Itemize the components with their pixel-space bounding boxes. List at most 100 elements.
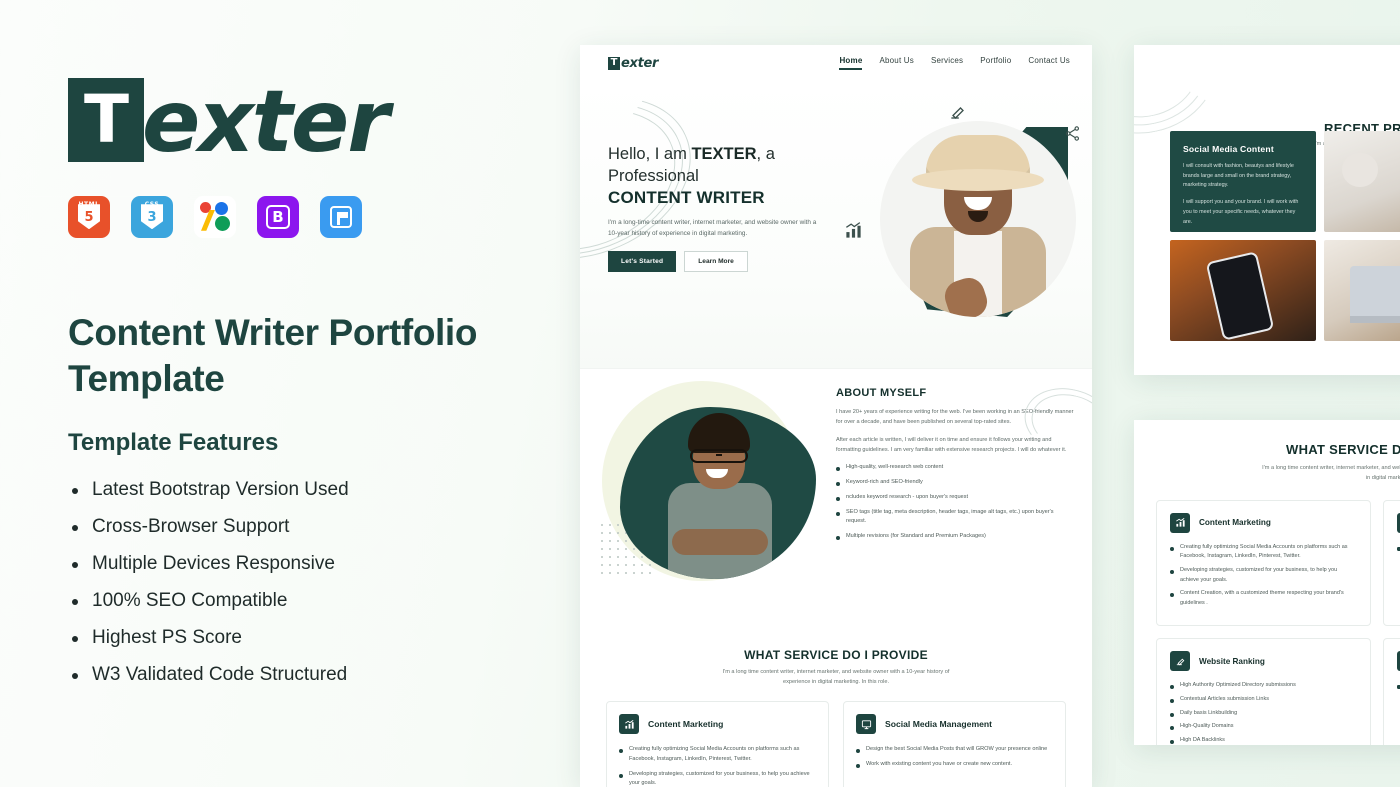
hero-headline-line3: CONTENT WRITER	[608, 188, 765, 208]
bootstrap-icon: B	[257, 195, 299, 238]
list-item: Creating fully optimizing Social Media A…	[619, 745, 816, 765]
list-item: SEO tags (title tag, meta description, h…	[836, 508, 1074, 528]
list-item: Contextual Articles submission Links	[1170, 695, 1357, 705]
list-item: Latest Bootstrap Version Used	[68, 479, 580, 501]
list-item: Design the best Social Media Posts that …	[856, 745, 1053, 755]
list-item: Developing strategies, customized for yo…	[619, 770, 816, 787]
project-card[interactable]: Social Media Content I will consult with…	[1170, 131, 1316, 232]
project-card-title: Social Media Content	[1183, 144, 1274, 154]
service-card[interactable]: Content Marketing Creating fully optimiz…	[606, 701, 829, 787]
tech-stack-icons: HTML 5 CSS 3 B	[68, 195, 580, 238]
hero-section: Hello, I am TEXTER, a Professional CONTE…	[580, 81, 1092, 368]
about-illustration	[592, 379, 837, 604]
about-text: ABOUT MYSELF I have 20+ years of experie…	[836, 379, 1092, 547]
services-subheading: I'm a long time content writer, internet…	[722, 669, 950, 686]
html5-icon: HTML 5	[68, 195, 110, 238]
desk-lamp-photo	[1324, 131, 1400, 232]
services-card-grid: Content Marketing Creating fully optimiz…	[606, 701, 1066, 787]
navbar-menu: Home About Us Services Portfolio Contact…	[839, 56, 1070, 70]
decorative-arcs	[1134, 45, 1230, 148]
hero-copy: Hello, I am TEXTER, a Professional CONTE…	[608, 143, 840, 273]
navbar-logo[interactable]: T exter	[608, 56, 658, 71]
chart-growth-icon	[619, 714, 639, 735]
list-item: High-quality, well-research web content	[836, 463, 1074, 473]
panel-services-heading: WHAT SERVICE DO I PROVIDE	[1286, 442, 1400, 457]
laptop-desk-photo	[1324, 240, 1400, 341]
nav-item-services[interactable]: Services	[931, 56, 963, 70]
site-navbar: T exter Home About Us Services Portfolio…	[580, 45, 1092, 81]
logo-wordmark: exter	[142, 72, 390, 172]
brand-logo: T exter	[68, 72, 580, 172]
nav-item-portfolio[interactable]: Portfolio	[980, 56, 1011, 70]
service-card-title: Website Ranking	[1199, 656, 1265, 666]
nav-item-home[interactable]: Home	[839, 56, 863, 70]
list-item: 100% SEO Compatible	[68, 590, 580, 612]
list-item: W3 Validated Code Structured	[68, 664, 580, 686]
hero-headline-line2: Professional	[608, 167, 699, 186]
list-item: Keyword-rich and SEO-friendly	[836, 478, 1074, 488]
list-item: Work with existing content you have or c…	[856, 760, 1053, 770]
project-card-p1: I will consult with fashion, beautys and…	[1183, 163, 1294, 189]
service-card-title: Social Media Management	[885, 719, 992, 730]
service-card-title: Content Marketing	[648, 719, 724, 730]
hero-portrait	[880, 121, 1076, 317]
features-list: Latest Bootstrap Version Used Cross-Brow…	[68, 479, 580, 686]
list-item: Creating fully optimizing Social Media A…	[1170, 543, 1357, 562]
list-item: High-Quality Domains	[1170, 722, 1357, 732]
learn-more-button[interactable]: Learn More	[684, 251, 748, 273]
css3-icon: CSS 3	[131, 195, 173, 238]
logo-letter-box: T	[68, 78, 144, 162]
services-section: WHAT SERVICE DO I PROVIDE I'm a long tim…	[580, 640, 1092, 787]
service-card[interactable]: Website Ranking High Authority Optimized…	[1156, 638, 1371, 745]
recent-projects-mockup: RECENT PROJECTS I'm a long-time content …	[1134, 45, 1400, 375]
share-icon	[1064, 125, 1081, 147]
service-card[interactable]	[1383, 499, 1400, 627]
services-heading: WHAT SERVICE DO I PROVIDE	[744, 648, 928, 662]
list-item: Cross-Browser Support	[68, 516, 580, 538]
list-item: Developing strategies, customized for yo…	[1170, 566, 1357, 585]
hero-headline: Hello, I am TEXTER, a Professional	[608, 143, 840, 187]
bar-chart-icon	[844, 221, 863, 245]
navbar-logo-word: exter	[621, 55, 659, 71]
navbar-logo-letter: T	[608, 56, 620, 70]
features-heading: Template Features	[68, 428, 279, 456]
main-page-mockup: T exter Home About Us Services Portfolio…	[580, 45, 1092, 787]
services-panel-mockup: WHAT SERVICE DO I PROVIDE I'm a long tim…	[1134, 420, 1400, 745]
lets-started-button[interactable]: Let's Started	[608, 251, 677, 273]
list-item: ncludes keyword research - upon buyer's …	[836, 493, 1074, 503]
list-item: Content Creation, with a customized them…	[1170, 589, 1357, 608]
rank-pen-icon	[1170, 651, 1190, 672]
nav-item-about-us[interactable]: About Us	[879, 56, 914, 70]
projects-grid: Social Media Content I will consult with…	[1170, 131, 1400, 341]
project-card-p2: I will support you and your brand. I wil…	[1183, 199, 1299, 225]
about-bullets: High-quality, well-research web content …	[836, 463, 1074, 542]
service-card[interactable]: Social Media Management Design the best …	[843, 701, 1066, 787]
list-item: High DA Backlinks	[1170, 736, 1357, 745]
list-item: Multiple revisions (for Standard and Pre…	[836, 532, 1074, 542]
page-title: Content Writer Portfolio Template	[68, 311, 478, 400]
decorative-arcs-right	[1017, 379, 1092, 465]
pen-writing-icon	[948, 103, 968, 128]
list-item: Daily basis Linkbuilding	[1170, 709, 1357, 719]
promo-panel: T exter HTML 5 CSS 3 B Content Writer Po…	[0, 0, 580, 787]
hero-headline-pre: Hello, I am	[608, 145, 692, 163]
list-item: High Authority Optimized Directory submi…	[1170, 681, 1357, 691]
hero-illustration	[846, 103, 1081, 359]
service-card[interactable]	[1383, 638, 1400, 745]
logo-letter: T	[83, 81, 129, 158]
about-section: ABOUT MYSELF I have 20+ years of experie…	[580, 368, 1092, 640]
about-portrait	[620, 407, 816, 579]
nav-item-contact-us[interactable]: Contact Us	[1028, 56, 1070, 70]
figma-icon	[194, 195, 236, 238]
flag-icon	[320, 195, 362, 238]
hero-headline-post: , a	[756, 145, 775, 163]
monitor-icon	[856, 714, 876, 735]
list-item: Multiple Devices Responsive	[68, 553, 580, 575]
hero-paragraph: I'm a long-time content writer, internet…	[608, 219, 817, 237]
panel-services-subheading: I'm a long time content writer, internet…	[1262, 465, 1400, 482]
hero-buttons: Let's Started Learn More	[608, 251, 840, 273]
panel-services-grid: Content Marketing Creating fully optimiz…	[1156, 499, 1400, 745]
chart-growth-icon	[1170, 512, 1190, 533]
service-card[interactable]: Content Marketing Creating fully optimiz…	[1156, 499, 1371, 627]
list-item: Highest PS Score	[68, 627, 580, 649]
